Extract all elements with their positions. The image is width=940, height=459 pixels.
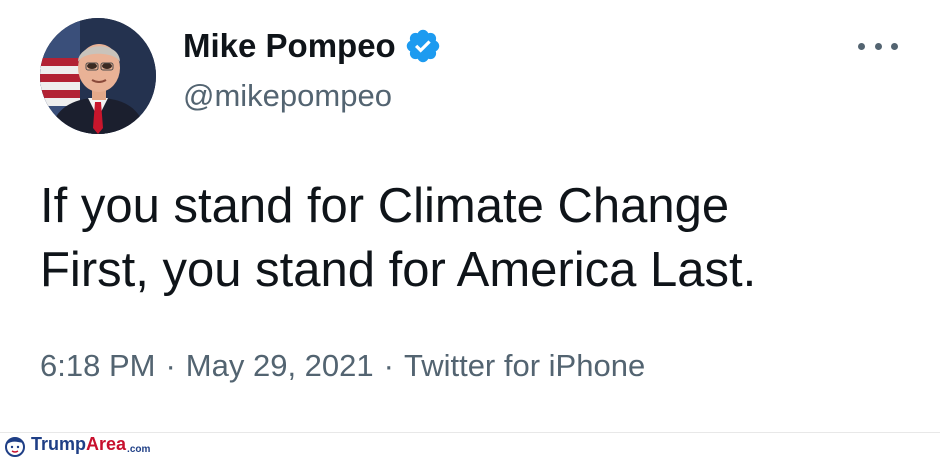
tweet-text-line: First, you stand for America Last. (40, 243, 757, 297)
more-dot-icon (874, 42, 882, 50)
meta-separator: · (383, 348, 394, 383)
avatar-photo (40, 18, 156, 134)
tweet-text-line: If you stand for Climate Change (40, 179, 730, 233)
author-display-name[interactable]: Mike Pompeo (183, 24, 396, 68)
trump-area-logo-icon (5, 437, 25, 457)
watermark-domain: .com (127, 444, 151, 455)
verified-badge-icon (406, 29, 439, 63)
author-name-row: Mike Pompeo (183, 24, 442, 68)
tweet-metadata: 6:18 PM · May 29, 2021 · Twitter for iPhone (40, 345, 645, 387)
meta-separator: · (165, 348, 176, 383)
tweet-text: If you stand for Climate Change First, y… (40, 174, 900, 302)
more-options-icon[interactable] (858, 34, 898, 58)
tweet-date[interactable]: May 29, 2021 (186, 348, 374, 383)
more-dot-icon (891, 42, 898, 50)
watermark-text: Area (86, 434, 127, 454)
avatar[interactable] (40, 18, 156, 134)
watermark: TrumpArea.com (4, 434, 151, 457)
watermark-text: Trump (31, 434, 87, 454)
tweet-source[interactable]: Twitter for iPhone (404, 348, 645, 383)
more-dot-icon (858, 42, 865, 50)
tweet-card: Mike Pompeo @mikepompeo If you stand for… (0, 0, 940, 432)
author-handle[interactable]: @mikepompeo (183, 76, 392, 116)
tweet-time[interactable]: 6:18 PM (40, 348, 155, 383)
